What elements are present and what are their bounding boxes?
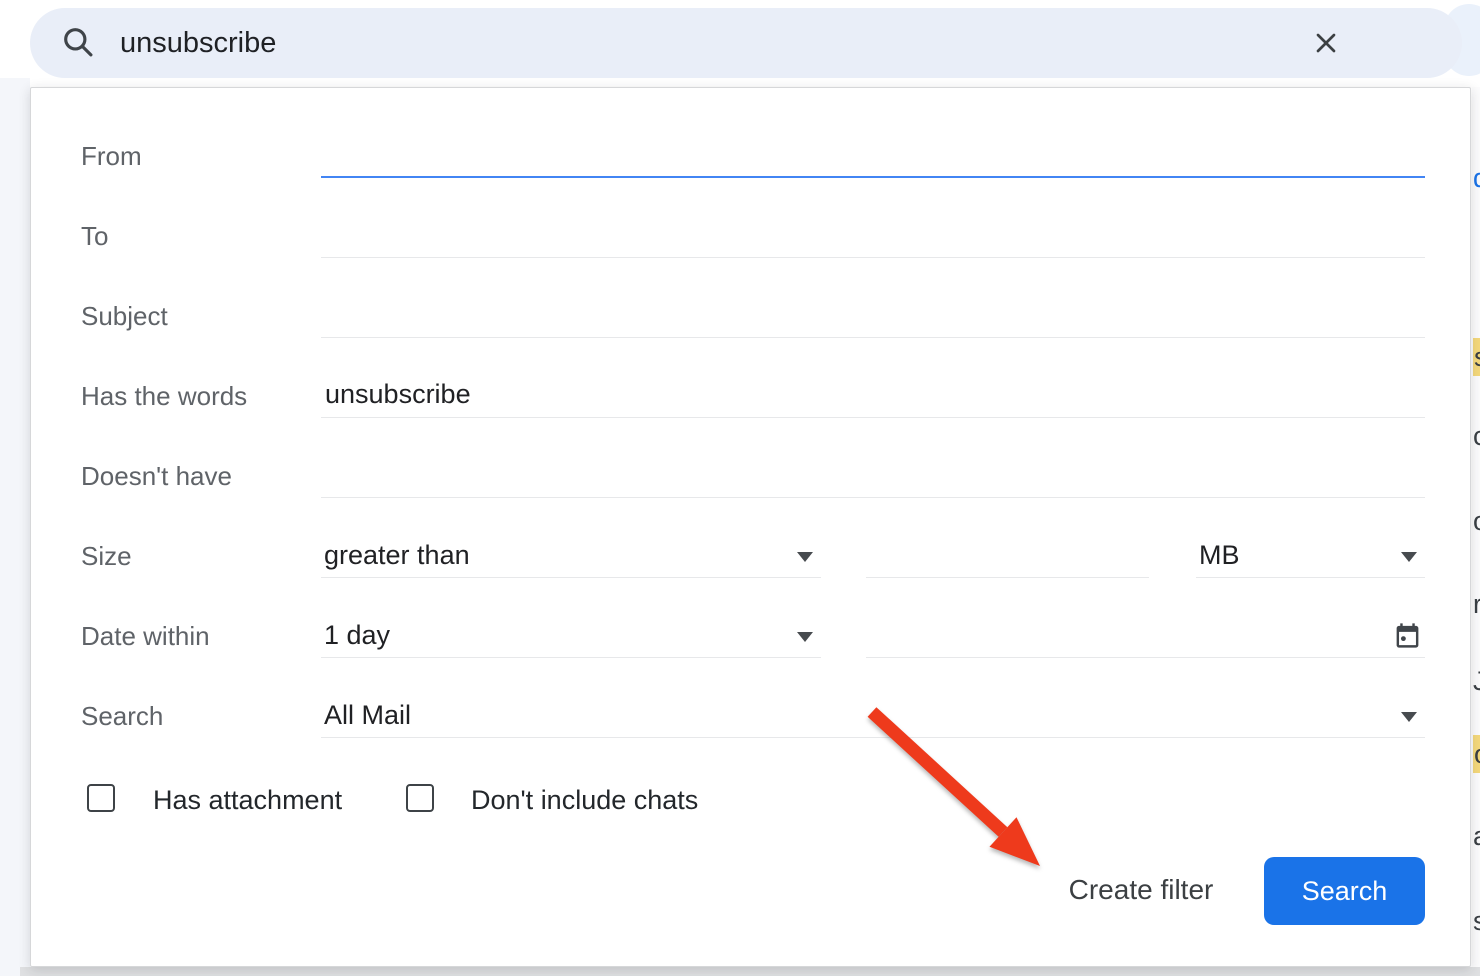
size-value-input[interactable] (866, 534, 1149, 575)
background-text-fragment: o (1473, 735, 1480, 773)
size-label: Size (81, 534, 316, 578)
background-text-fragment: d (1473, 162, 1480, 194)
filter-row-size: Size greater than MB (81, 534, 1425, 578)
date-value-input[interactable] (866, 614, 1376, 655)
dont-include-chats-label: Don't include chats (471, 778, 698, 822)
date-within-label: Date within (81, 614, 316, 658)
has-attachment-label: Has attachment (153, 778, 342, 822)
filter-row-doesnt-have: Doesn't have (81, 454, 1425, 498)
filter-row-subject: Subject (81, 294, 1425, 338)
to-label: To (81, 214, 316, 258)
chevron-down-icon (1401, 712, 1417, 722)
filter-row-date: Date within 1 day (81, 614, 1425, 658)
background-text-fragment: a (1473, 820, 1480, 852)
filter-row-search-scope: Search All Mail (81, 694, 1425, 738)
background-left-strip (0, 78, 30, 976)
has-attachment-checkbox[interactable] (87, 784, 115, 812)
search-icon (60, 24, 96, 65)
background-text-fragment: J (1473, 665, 1480, 697)
chevron-down-icon (797, 552, 813, 562)
filter-row-has-words: Has the words (81, 374, 1425, 418)
doesnt-have-input[interactable] (321, 454, 1425, 495)
dont-include-chats-checkbox[interactable] (406, 784, 434, 812)
search-button[interactable]: Search (1264, 857, 1425, 925)
filter-row-from: From (81, 134, 1425, 178)
search-bar (30, 8, 1462, 78)
from-input[interactable] (321, 134, 1425, 175)
background-email-list-sliver: d s c o r Jo a s (1472, 87, 1480, 967)
doesnt-have-label: Doesn't have (81, 454, 316, 498)
checkbox-row: Has attachment Don't include chats (31, 778, 1472, 822)
search-input[interactable] (120, 21, 1462, 65)
calendar-icon[interactable] (1393, 621, 1422, 655)
date-operator-dropdown[interactable]: 1 day (321, 614, 821, 658)
from-label: From (81, 134, 316, 178)
search-scope-dropdown[interactable]: All Mail (321, 694, 1425, 738)
gmail-advanced-search-overlay: d s c o r Jo a s From To (0, 0, 1480, 976)
has-words-label: Has the words (81, 374, 316, 418)
subject-input[interactable] (321, 294, 1425, 335)
search-scope-label: Search (81, 694, 316, 738)
background-text-fragment: s (1473, 905, 1480, 937)
chevron-down-icon (1401, 552, 1417, 562)
size-operator-dropdown[interactable]: greater than (321, 534, 821, 578)
chevron-down-icon (797, 632, 813, 642)
has-words-input[interactable] (321, 374, 1425, 415)
background-text-fragment: r (1473, 588, 1480, 620)
filter-row-to: To (81, 214, 1425, 258)
background-text-fragment: c (1473, 420, 1480, 452)
size-unit-dropdown[interactable]: MB (1196, 534, 1425, 578)
close-icon[interactable] (1304, 21, 1348, 65)
to-input[interactable] (321, 214, 1425, 255)
subject-label: Subject (81, 294, 316, 338)
advanced-search-panel: From To Subject Has the words Doesn't ha (30, 87, 1471, 967)
create-filter-button[interactable]: Create filter (1031, 864, 1251, 916)
background-text-fragment: s (1473, 338, 1480, 376)
background-text-fragment: o (1473, 505, 1480, 537)
background-bottom-strip (20, 967, 1480, 976)
